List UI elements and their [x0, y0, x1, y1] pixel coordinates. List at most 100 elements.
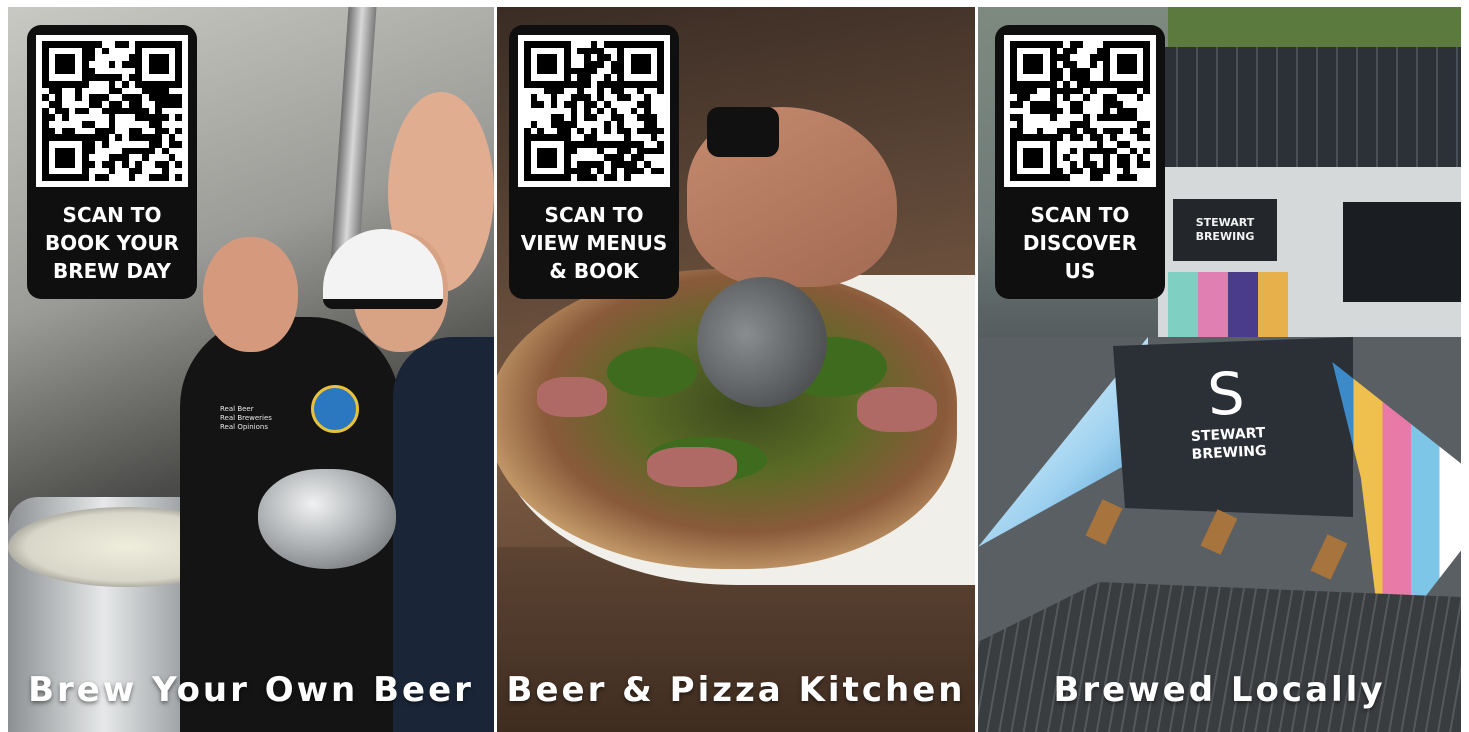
qr-module — [617, 67, 624, 75]
qr-code-icon[interactable] — [1004, 35, 1156, 187]
qr-code-icon[interactable] — [518, 35, 670, 187]
qr-module — [597, 160, 604, 168]
qr-module — [42, 147, 49, 155]
qr-module — [88, 120, 96, 128]
qr-module — [95, 41, 102, 48]
qr-module — [563, 74, 571, 81]
qr-module — [75, 87, 82, 95]
qr-module — [108, 160, 116, 168]
qr-label-menus: SCAN TO VIEW MENUS & BOOK — [520, 203, 668, 283]
qr-module — [570, 94, 578, 101]
qr-module — [637, 114, 644, 121]
qr-module — [55, 94, 62, 101]
qr-module — [155, 160, 162, 168]
qr-module — [1043, 134, 1050, 141]
qr-module — [617, 154, 624, 161]
qr-module — [550, 174, 558, 181]
qr-module — [637, 60, 644, 68]
qr-module — [128, 60, 136, 68]
qr-module — [1010, 47, 1017, 55]
arugula — [607, 347, 697, 397]
qr-module — [1123, 114, 1130, 121]
qr-module — [550, 87, 558, 95]
qr-module — [1043, 80, 1050, 88]
qr-module — [161, 80, 169, 88]
qr-module — [650, 127, 658, 135]
qr-module — [42, 127, 49, 135]
qr-module — [1083, 74, 1090, 81]
poster-panels: Real Beer Real Breweries Real Opinions S… — [8, 7, 1461, 732]
qr-module — [630, 54, 638, 61]
qr-module — [1083, 154, 1090, 161]
qr-module — [61, 54, 69, 61]
qr-code-icon[interactable] — [36, 35, 188, 187]
qr-module — [610, 167, 618, 175]
qr-module — [88, 134, 96, 141]
qr-module — [543, 67, 551, 75]
qr-module — [108, 100, 116, 108]
qr-module — [657, 140, 664, 148]
qr-module — [68, 147, 76, 155]
qr-card-brew-day[interactable]: SCAN TO BOOK YOUR BREW DAY — [27, 25, 197, 299]
qr-module — [537, 80, 544, 88]
qr-module — [1109, 147, 1117, 155]
qr-module — [61, 174, 69, 181]
qr-module — [1116, 60, 1124, 68]
qr-module — [168, 94, 176, 101]
qr-module — [1089, 60, 1097, 68]
qr-module — [643, 60, 651, 68]
qr-module — [1116, 87, 1124, 95]
qr-module — [1076, 167, 1084, 175]
qr-module — [161, 54, 169, 61]
qr-module — [537, 60, 544, 68]
qr-module — [563, 80, 571, 88]
qr-module — [161, 67, 169, 75]
qr-module — [61, 160, 69, 168]
qr-module — [1089, 127, 1097, 135]
qr-module — [1063, 54, 1070, 61]
qr-module — [1089, 160, 1097, 168]
qr-module — [597, 80, 604, 88]
qr-module — [563, 54, 571, 61]
qr-module — [1129, 174, 1137, 181]
qr-module — [570, 114, 578, 121]
qr-module — [577, 74, 584, 81]
qr-module — [1116, 54, 1124, 61]
qr-module — [610, 80, 618, 88]
qr-module — [610, 160, 618, 168]
qr-module — [623, 80, 631, 88]
qr-module — [537, 100, 544, 108]
qr-module — [597, 107, 604, 115]
qr-module — [1129, 147, 1137, 155]
beer-fridge-logo — [311, 385, 359, 433]
qr-module — [577, 47, 584, 55]
qr-module — [1076, 134, 1084, 141]
qr-module — [650, 41, 658, 48]
qr-module — [161, 94, 169, 101]
qr-card-menus[interactable]: SCAN TO VIEW MENUS & BOOK — [509, 25, 679, 299]
qr-module — [88, 100, 96, 108]
qr-module — [610, 87, 618, 95]
qr-module — [1069, 87, 1077, 95]
qr-module — [637, 154, 644, 161]
qr-module — [42, 47, 49, 55]
qr-module — [543, 154, 551, 161]
qr-module — [590, 134, 598, 141]
qr-module — [135, 127, 142, 135]
qr-module — [115, 41, 122, 48]
qr-module — [617, 94, 624, 101]
qr-module — [524, 160, 531, 168]
qr-module — [1129, 107, 1137, 115]
qr-module — [75, 174, 82, 181]
qr-module — [1010, 74, 1017, 81]
qr-module — [1010, 80, 1017, 88]
qr-module — [524, 80, 531, 88]
qr-module — [135, 160, 142, 168]
qr-module — [657, 54, 664, 61]
qr-module — [617, 41, 624, 48]
qr-card-discover[interactable]: SCAN TO DISCOVER US — [995, 25, 1165, 299]
qr-module — [1116, 127, 1124, 135]
qr-module — [1123, 67, 1130, 75]
qr-module — [610, 67, 618, 75]
qr-module — [1056, 167, 1064, 175]
